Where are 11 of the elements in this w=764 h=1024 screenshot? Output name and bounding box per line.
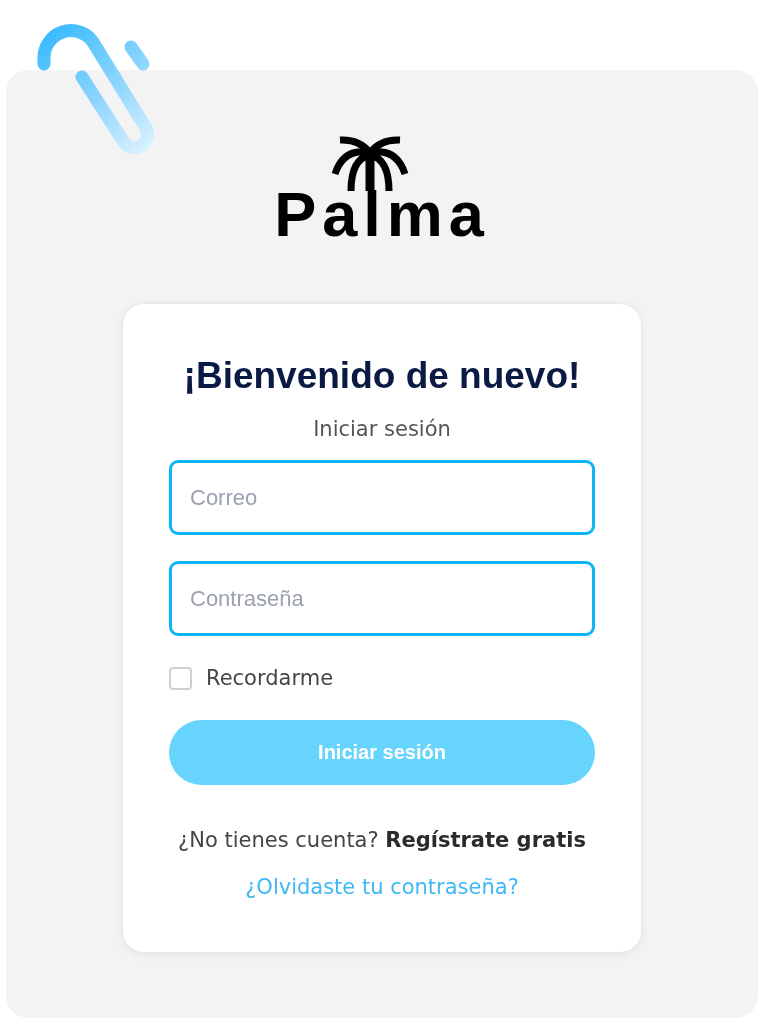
remember-label: Recordarme bbox=[206, 665, 334, 692]
remember-checkbox[interactable] bbox=[169, 666, 192, 690]
subtitle-text: Iniciar sesión bbox=[312, 416, 452, 443]
signup-link[interactable]: Regístrate gratis bbox=[385, 828, 586, 852]
password-field[interactable]: Contraseña bbox=[169, 561, 595, 636]
logo-text: Palma bbox=[274, 183, 490, 246]
welcome-title: ¡Bienvenido de nuevo! bbox=[182, 354, 582, 398]
palm-tree-icon bbox=[330, 133, 411, 191]
forgot-password-link[interactable]: ¿Olvidaste tu contraseña? bbox=[245, 872, 519, 902]
signup-prompt: ¿No tienes cuenta? Regístrate gratis bbox=[177, 827, 587, 854]
email-field[interactable]: Correo bbox=[169, 460, 595, 535]
